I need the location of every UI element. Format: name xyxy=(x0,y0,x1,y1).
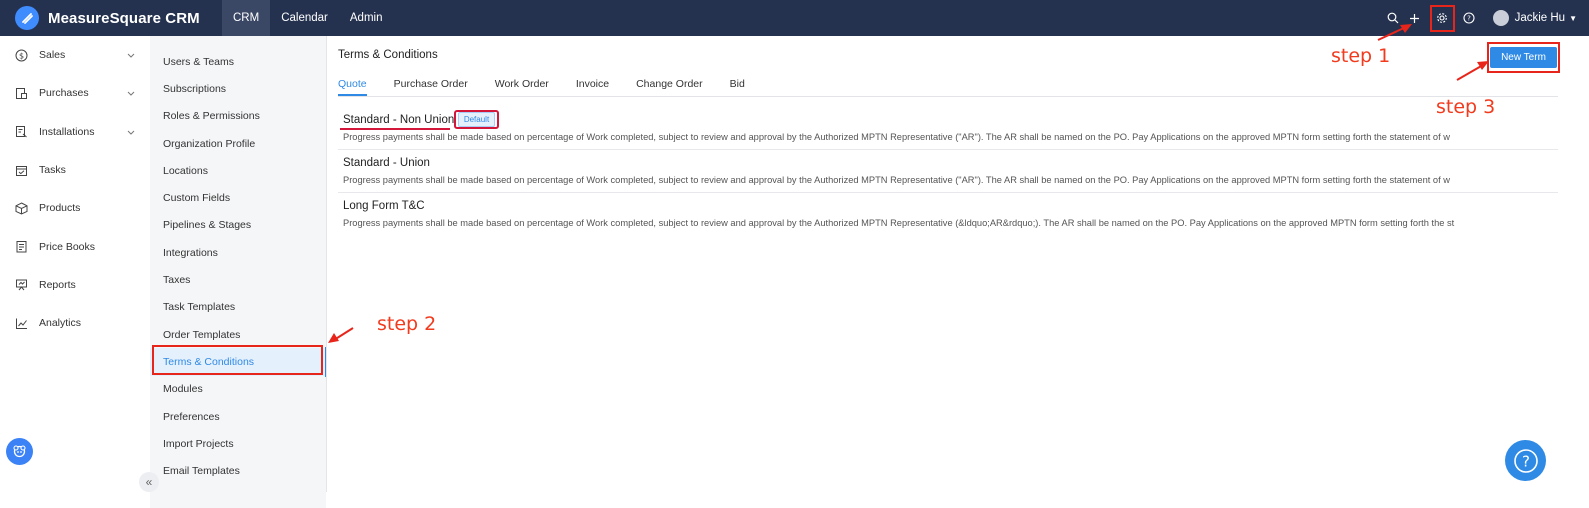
presentation-icon xyxy=(14,278,28,292)
sidebar-item-label: Tasks xyxy=(39,164,66,177)
chevron-down-icon xyxy=(127,49,135,61)
chart-line-icon xyxy=(14,316,28,330)
settings-item-import-projects[interactable]: Import Projects xyxy=(150,430,326,457)
tab-bid[interactable]: Bid xyxy=(730,78,745,96)
step3-arrow-icon xyxy=(1456,61,1489,81)
sidebar-item-installations[interactable]: Installations xyxy=(0,113,150,151)
sidebar-item-label: Price Books xyxy=(39,240,96,253)
question-circle-icon: ? xyxy=(1513,448,1538,473)
tab-purchase-order[interactable]: Purchase Order xyxy=(394,78,468,96)
settings-item-roles-permissions[interactable]: Roles & Permissions xyxy=(150,103,326,130)
sidebar-item-reports[interactable]: Reports xyxy=(0,266,150,304)
settings-button[interactable] xyxy=(1429,4,1455,32)
sidebar-item-label: Analytics xyxy=(39,317,82,330)
step2-label: step 2 xyxy=(377,313,437,335)
user-menu[interactable]: Jackie Hu ▼ xyxy=(1492,10,1577,26)
topnav-calendar[interactable]: Calendar xyxy=(270,0,339,36)
help-icon[interactable]: ? xyxy=(1463,12,1475,24)
step3-highlight-box: New Term xyxy=(1487,42,1560,73)
settings-item-modules[interactable]: Modules xyxy=(150,376,326,403)
settings-item-users-teams[interactable]: Users & Teams xyxy=(150,48,326,75)
new-term-button[interactable]: New Term xyxy=(1490,47,1557,68)
default-badge: Default xyxy=(457,112,496,127)
svg-text:$: $ xyxy=(18,51,23,60)
svg-text:?: ? xyxy=(1467,15,1471,23)
user-name: Jackie Hu xyxy=(1514,12,1566,24)
top-nav: CRM Calendar Admin xyxy=(222,0,393,36)
sidebar-item-label: Installations xyxy=(39,125,95,138)
settings-item-locations[interactable]: Locations xyxy=(150,157,326,184)
chevron-down-icon xyxy=(127,87,135,99)
box-icon xyxy=(14,201,28,215)
sidebar-item-label: Products xyxy=(39,202,81,215)
title-underline-annotation xyxy=(340,128,450,130)
avatar xyxy=(1492,10,1509,26)
settings-item-pipelines-stages[interactable]: Pipelines & Stages xyxy=(150,212,326,239)
collapse-sidebar-button[interactable]: « xyxy=(139,472,159,492)
sidebar-item-sales[interactable]: $ Sales xyxy=(0,36,150,74)
topnav-admin[interactable]: Admin xyxy=(339,0,394,36)
top-bar: MeasureSquare CRM CRM Calendar Admin ? J… xyxy=(0,0,1589,36)
caret-down-icon: ▼ xyxy=(1569,13,1577,23)
step2-arrow-icon xyxy=(328,327,354,343)
settings-item-email-templates[interactable]: Email Templates xyxy=(150,457,326,484)
settings-item-integrations[interactable]: Integrations xyxy=(150,239,326,266)
svg-text:?: ? xyxy=(1522,452,1530,470)
tasks-icon xyxy=(14,163,28,177)
tab-invoice[interactable]: Invoice xyxy=(576,78,609,96)
step3-label: step 3 xyxy=(1436,96,1496,118)
double-chevron-left-icon: « xyxy=(145,475,153,489)
installations-icon xyxy=(14,125,28,139)
step1-label: step 1 xyxy=(1331,45,1391,67)
settings-item-preferences[interactable]: Preferences xyxy=(150,403,326,430)
sidebar-item-label: Reports xyxy=(39,278,76,291)
dollar-icon: $ xyxy=(14,48,28,62)
brand-name: MeasureSquare CRM xyxy=(48,9,200,27)
sidebar-item-purchases[interactable]: Purchases xyxy=(0,74,150,112)
sidebar-item-label: Purchases xyxy=(39,87,89,100)
topnav-crm[interactable]: CRM xyxy=(222,0,271,36)
sidebar-item-tasks[interactable]: Tasks xyxy=(0,151,150,189)
tab-work-order[interactable]: Work Order xyxy=(495,78,549,96)
sidebar-item-price-books[interactable]: Price Books xyxy=(0,227,150,265)
sidebar-item-products[interactable]: Products xyxy=(0,189,150,227)
term-row[interactable]: Standard - Non Union Progress payments s… xyxy=(338,108,1558,150)
help-fab-button[interactable]: ? xyxy=(1505,440,1546,481)
gear-icon xyxy=(1437,13,1447,23)
divider xyxy=(326,36,327,492)
main-content: Terms & Conditions Quote Purchase Order … xyxy=(338,36,1589,508)
default-highlight-box: Default xyxy=(454,110,499,129)
settings-item-custom-fields[interactable]: Custom Fields xyxy=(150,184,326,211)
tab-change-order[interactable]: Change Order xyxy=(636,78,703,96)
term-description: Progress payments shall be made based on… xyxy=(343,218,1455,228)
tab-quote[interactable]: Quote xyxy=(338,78,367,96)
settings-item-taxes[interactable]: Taxes xyxy=(150,266,326,293)
step1-arrow-icon xyxy=(1377,24,1412,41)
term-title: Long Form T&C xyxy=(343,200,425,212)
assistant-bot-icon[interactable] xyxy=(6,438,33,465)
settings-item-task-templates[interactable]: Task Templates xyxy=(150,294,326,321)
term-row[interactable]: Long Form T&C Progress payments shall be… xyxy=(338,194,1558,236)
term-title: Standard - Non Union xyxy=(343,114,455,126)
term-row[interactable]: Standard - Union Progress payments shall… xyxy=(338,151,1558,193)
purchases-icon xyxy=(14,86,28,100)
settings-menu: Users & Teams Subscriptions Roles & Perm… xyxy=(150,36,326,508)
step2-highlight-box xyxy=(152,345,323,375)
brand-logo-icon xyxy=(15,6,39,30)
term-description: Progress payments shall be made based on… xyxy=(343,175,1450,185)
term-description: Progress payments shall be made based on… xyxy=(343,132,1450,142)
brand[interactable]: MeasureSquare CRM xyxy=(0,6,222,30)
sidebar: $ Sales Purchases Installations Tasks Pr… xyxy=(0,36,150,508)
tab-bar: Quote Purchase Order Work Order Invoice … xyxy=(338,78,1558,97)
settings-item-subscriptions[interactable]: Subscriptions xyxy=(150,75,326,102)
book-icon xyxy=(14,240,28,254)
settings-item-organization-profile[interactable]: Organization Profile xyxy=(150,130,326,157)
top-right-toolbar: ? Jackie Hu ▼ xyxy=(1387,0,1589,36)
chevron-down-icon xyxy=(127,126,135,138)
term-title: Standard - Union xyxy=(343,157,430,169)
page-title: Terms & Conditions xyxy=(338,49,438,61)
sidebar-item-analytics[interactable]: Analytics xyxy=(0,304,150,342)
sidebar-item-label: Sales xyxy=(39,49,66,62)
